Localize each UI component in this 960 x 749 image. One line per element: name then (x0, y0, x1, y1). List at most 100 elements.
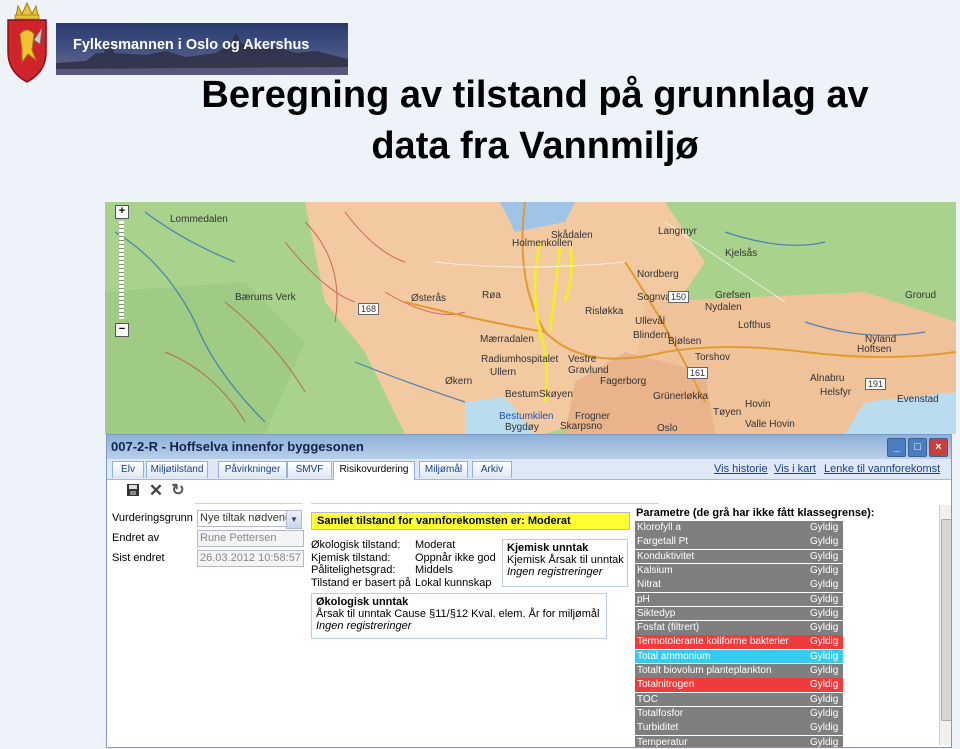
save-icon[interactable] (125, 483, 141, 499)
map-label: Risløkka (585, 306, 624, 317)
parameter-name: Klorofyll a (637, 522, 681, 533)
lenke-vannforekomst-link[interactable]: Lenke til vannforekomst (824, 463, 940, 475)
parameter-name: Fargetall Pt (637, 536, 689, 548)
parameter-row[interactable]: Totalt biovolum planteplankton Gyldig (635, 664, 843, 678)
parameter-row[interactable]: Termotolerante koliforme bakterier Gyldig (635, 635, 843, 650)
delete-icon[interactable]: ✕ (148, 482, 164, 499)
parameter-row[interactable]: Fosfat (filtrert) Gyldig (635, 621, 843, 635)
map-label: Torshov (695, 352, 731, 363)
title-line-2: data fra Vannmiljø (371, 125, 699, 167)
map-label: Nordberg (637, 269, 679, 280)
parameter-row[interactable]: Siktedyp Gyldig (635, 606, 843, 621)
kjemisk-unntak-empty: Ingen registreringer (507, 566, 603, 578)
tab-arkiv[interactable]: Arkiv (472, 461, 512, 478)
close-icon[interactable]: × (929, 438, 948, 457)
parameter-status: Gyldig (810, 579, 839, 591)
scrollbar[interactable] (939, 505, 951, 745)
tab-smvf[interactable]: SMVF (287, 461, 332, 478)
parameter-name: Siktedyp (637, 607, 676, 619)
parameter-name: Temperatur (637, 736, 688, 748)
parameter-list: Parametre (de grå har ikke fått klassegr… (635, 507, 947, 747)
parameter-row[interactable]: Klorofyll a Gyldig (635, 521, 843, 535)
parameter-name: Total ammonium (637, 650, 711, 662)
map-label: Langmyr (658, 226, 697, 237)
parameter-row[interactable]: Totalnitrogen Gyldig (635, 678, 843, 692)
endret-field[interactable]: Rune Pettersen (197, 530, 304, 547)
vis-historie-link[interactable]: Vis historie (714, 463, 768, 475)
maximize-icon[interactable]: □ (908, 438, 927, 457)
zoom-out-button[interactable]: − (115, 323, 129, 337)
parameter-status: Gyldig (810, 707, 839, 719)
scrollbar-thumb[interactable] (941, 519, 951, 721)
parameter-status: Gyldig (810, 693, 839, 705)
parameter-row[interactable]: Turbiditet Gyldig (635, 721, 843, 735)
map-label: Tøyen (713, 407, 742, 418)
map-label: Helsfyr (820, 387, 852, 398)
tab-miljotilstand[interactable]: Miljøtilstand (146, 461, 208, 478)
parameter-name: Konduktivitet (637, 550, 695, 562)
road-number: 168 (358, 303, 380, 315)
divider (195, 503, 303, 504)
parameter-row[interactable]: Konduktivitet Gyldig (635, 549, 843, 564)
minimize-icon[interactable]: _ (887, 438, 906, 457)
parameter-name: pH (637, 593, 650, 605)
map-label: Mærradalen (480, 334, 534, 345)
parameter-status: Gyldig (810, 722, 839, 734)
parameter-name: Totalnitrogen (637, 679, 695, 691)
parameter-row[interactable]: Totalfosfor Gyldig (635, 706, 843, 721)
parameter-row[interactable]: Kalsium Gyldig (635, 563, 843, 578)
map-label: Østerås (411, 293, 447, 304)
parameter-row[interactable]: Nitrat Gyldig (635, 578, 843, 592)
zoom-slider[interactable] (119, 221, 124, 319)
waterbody-window: 007-2-R - Hoffselva innenfor byggesonen … (106, 434, 952, 748)
parameter-row[interactable]: Total ammonium Gyldig (635, 649, 843, 664)
map-label: Grünerløkka (653, 391, 709, 402)
parameter-status: Gyldig (810, 622, 839, 634)
parameter-row[interactable]: TOC Gyldig (635, 692, 843, 707)
chevron-down-icon[interactable]: ▼ (286, 510, 302, 529)
parameter-status: Gyldig (810, 736, 839, 748)
road-number: 150 (668, 291, 690, 303)
sist-endret-label: Sist endret (112, 552, 165, 564)
window-titlebar[interactable]: 007-2-R - Hoffselva innenfor byggesonen … (107, 435, 951, 459)
status-value: Oppnår ikke god (415, 551, 496, 564)
map-label: Oslo (657, 423, 678, 434)
tab-miljomal[interactable]: Miljømål (419, 461, 468, 478)
map-label: Nydalen (705, 302, 742, 313)
vurdering-select[interactable]: Nye tiltak nødvendig (197, 510, 292, 527)
map-view[interactable]: + − Lommedalen Skådalen Holmenkollen Lan… (105, 202, 956, 434)
vis-i-kart-link[interactable]: Vis i kart (774, 463, 816, 475)
tab-elv[interactable]: Elv (112, 461, 144, 478)
zoom-in-button[interactable]: + (115, 205, 129, 219)
map-label: Økern (445, 376, 473, 387)
toolbar: ✕ ↻ (107, 480, 951, 502)
parameter-row[interactable]: Temperatur Gyldig (635, 735, 843, 748)
parameter-name: Turbiditet (637, 722, 679, 734)
map-label: Ullern (490, 367, 517, 378)
window-title: 007-2-R - Hoffselva innenfor byggesonen (111, 439, 364, 454)
parameter-name: TOC (637, 693, 658, 705)
parameter-row[interactable]: Fargetall Pt Gyldig (635, 535, 843, 549)
sist-endret-field[interactable]: 26.03.2012 10:58:57 (197, 550, 304, 567)
map-label: Grefsen (715, 290, 751, 301)
okologisk-unntak-columns: Årsak til unntak Cause §11/§12 Kval. ele… (316, 608, 600, 620)
parameter-row[interactable]: pH Gyldig (635, 592, 843, 607)
title-line-1: Beregning av tilstand på grunnlag av (201, 74, 869, 116)
map-label: Fagerborg (600, 376, 647, 387)
status-value: Lokal kunnskap (415, 576, 492, 589)
tab-risikovurdering[interactable]: Risikovurdering (333, 461, 415, 480)
page-title: Beregning av tilstand på grunnlag av dat… (150, 70, 920, 172)
kjemisk-unntak-panel: Kjemisk unntak Kjemisk Årsak til unntak … (502, 539, 628, 587)
parameter-name: Fosfat (filtrert) (637, 622, 700, 634)
tab-pavirkninger[interactable]: Påvirkninger (218, 461, 287, 478)
status-key: Pålitelighetsgrad: (311, 564, 396, 576)
parameter-status: Gyldig (810, 536, 839, 548)
map-label: Hoftsen (857, 344, 892, 355)
refresh-icon[interactable]: ↻ (170, 483, 186, 499)
parameter-status: Gyldig (810, 607, 839, 619)
map-label: Bestum (505, 389, 539, 400)
coat-of-arms-icon (7, 1, 47, 83)
parameter-status: Gyldig (810, 636, 839, 648)
parameter-status: Gyldig (810, 522, 839, 533)
road-number: 161 (687, 367, 709, 379)
